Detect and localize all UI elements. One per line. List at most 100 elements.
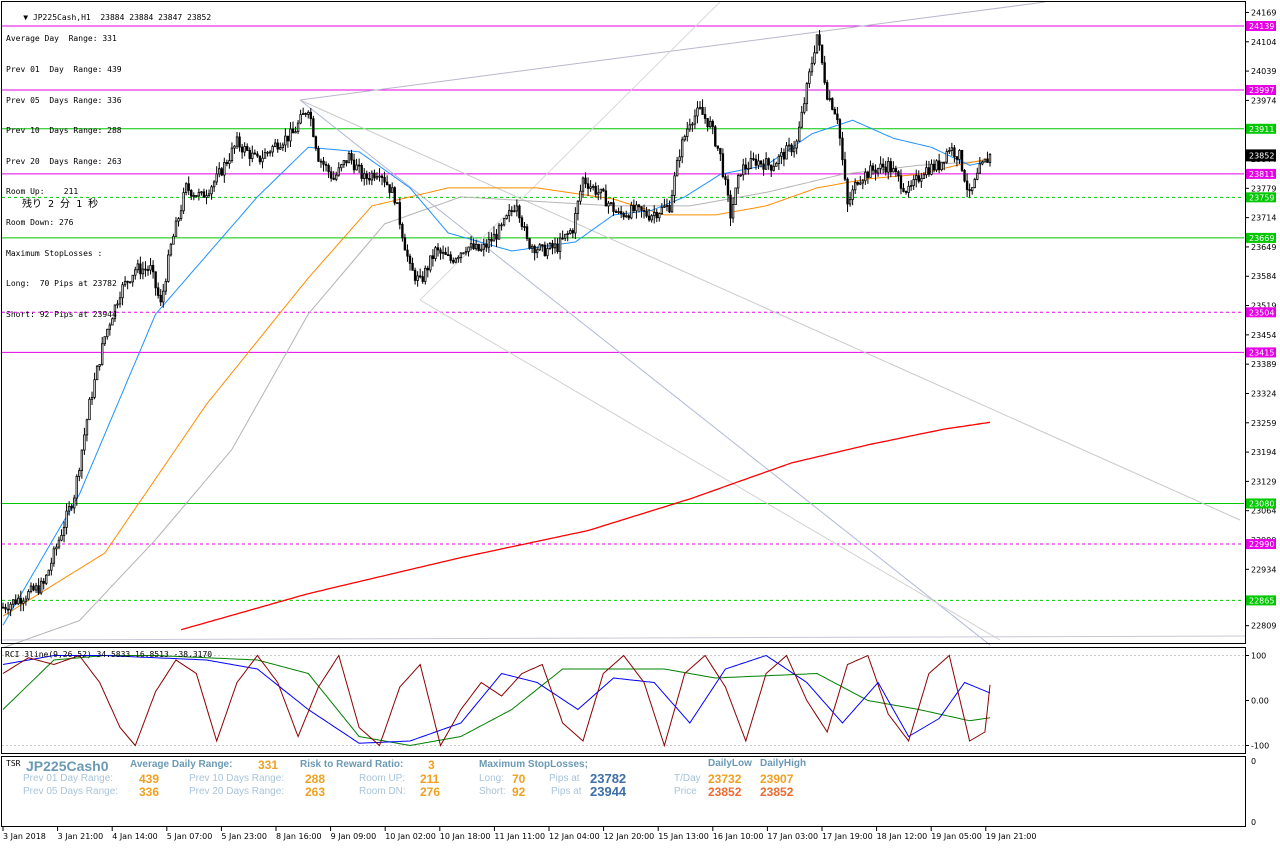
candle-body: [482, 244, 485, 250]
candle-body: [55, 546, 58, 550]
candle-body: [139, 263, 142, 275]
candle-body: [879, 163, 882, 169]
candle-body: [151, 264, 155, 273]
candle-body: [210, 186, 213, 195]
candle-body: [284, 135, 287, 146]
candle-body: [736, 175, 740, 189]
candle-body: [413, 269, 417, 281]
info-line: Maximum StopLosses :: [6, 248, 103, 258]
candle-body: [365, 173, 368, 179]
candle-body: [543, 244, 547, 257]
candle-body: [24, 598, 28, 602]
candle-body: [388, 184, 391, 193]
candle-body: [742, 164, 745, 176]
candle-body: [375, 176, 379, 179]
candle-body: [162, 290, 165, 303]
candle-body: [179, 210, 183, 219]
candle-body: [838, 119, 842, 139]
range-info-block: Average Day Range: 331 Prev 01 Day Range…: [6, 14, 122, 341]
chart-svg[interactable]: 2416924104240392397423909238442377923714…: [0, 0, 1280, 845]
candle-body: [17, 597, 20, 605]
candle-body: [787, 144, 791, 147]
candle-body: [520, 217, 524, 227]
price-tick-label: 23194: [1251, 448, 1276, 457]
candle-body: [617, 211, 620, 213]
price-tick-label: 24104: [1251, 38, 1276, 47]
candle-body: [263, 152, 267, 159]
candle-body: [154, 271, 157, 289]
candle-body: [907, 185, 910, 193]
candle-body: [597, 192, 600, 195]
candle-body: [642, 210, 646, 212]
candle-body: [576, 200, 580, 214]
candle-body: [864, 171, 867, 182]
candle-body: [335, 174, 338, 180]
candle-body: [866, 171, 870, 178]
candle-body: [533, 245, 536, 254]
candle-body: [317, 147, 320, 162]
candle-body: [925, 167, 928, 176]
candle-body: [271, 146, 274, 153]
candle-body: [424, 267, 427, 282]
candle-body: [22, 600, 25, 604]
candle-body: [640, 206, 643, 211]
candle-body: [637, 204, 641, 208]
candle-body: [772, 165, 775, 171]
time-tick-label: 10 Jan 18:00: [440, 832, 491, 841]
candle-body: [757, 160, 760, 166]
candle-body: [780, 151, 783, 157]
candle-body: [78, 470, 81, 477]
candle-body: [281, 144, 285, 148]
price-tick-label: 23649: [1251, 243, 1276, 252]
candle-body: [322, 160, 325, 165]
candle-body: [800, 111, 803, 128]
candle-body: [357, 164, 361, 167]
candle-body: [541, 244, 544, 247]
candle-body: [487, 238, 491, 248]
candle-body: [848, 199, 852, 205]
candle-body: [406, 249, 409, 257]
candle-body: [856, 181, 859, 185]
candle-body: [792, 147, 796, 153]
candle-body: [355, 164, 358, 171]
candle-body: [943, 161, 946, 164]
candle-body: [670, 195, 674, 213]
candle-body: [953, 147, 956, 158]
candle-body: [546, 248, 549, 257]
candle-body: [11, 599, 15, 605]
candle-body: [500, 224, 503, 227]
time-tick-label: 4 Jan 14:00: [112, 832, 158, 841]
prev20-label: Prev 20 Days Range:: [189, 786, 285, 797]
candle-body: [131, 274, 134, 283]
candle-body: [563, 233, 567, 239]
candle-body: [983, 158, 987, 163]
current-price-label: 23852: [1249, 151, 1274, 160]
candle-body: [123, 280, 127, 286]
candle-body: [719, 147, 722, 155]
candle-body: [4, 606, 7, 610]
candle-body: [187, 183, 190, 191]
candle-body: [902, 187, 905, 192]
long-label: Long:: [479, 773, 505, 784]
candle-body: [230, 147, 234, 162]
candle-body: [846, 178, 849, 205]
candle-body: [945, 151, 948, 163]
price-tick-label: 22934: [1251, 565, 1276, 574]
candle-body: [688, 124, 692, 130]
candle-body: [32, 585, 35, 591]
candle-body: [266, 151, 269, 154]
candle-body: [986, 158, 989, 163]
candle-body: [314, 136, 318, 149]
candle-body: [968, 189, 971, 192]
candle-body: [574, 213, 577, 234]
candle-body: [383, 177, 386, 183]
candle-body: [729, 194, 732, 219]
candle-body: [309, 111, 312, 120]
candle-body: [190, 190, 193, 197]
candle-body: [327, 165, 330, 173]
candle-body: [452, 259, 455, 263]
price-tick-label: 22809: [1251, 622, 1276, 631]
candle-body: [869, 165, 872, 178]
candle-body: [703, 114, 707, 119]
level-price-tag-label: 23080: [1249, 499, 1274, 508]
